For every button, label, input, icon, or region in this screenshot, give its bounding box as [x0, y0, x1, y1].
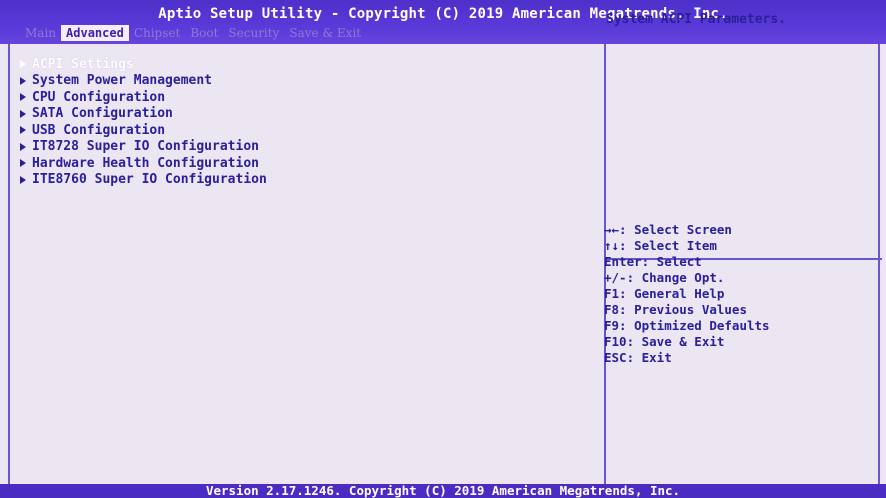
- key-previous-values: F8: Previous Values: [604, 302, 747, 317]
- tab-security[interactable]: Security: [223, 25, 284, 41]
- tab-boot[interactable]: Boot: [185, 25, 223, 41]
- menu-item-label: SATA Configuration: [32, 106, 173, 122]
- tab-save-exit[interactable]: Save & Exit: [284, 25, 366, 41]
- menu-item-it8728-super-io[interactable]: IT8728 Super IO Configuration: [20, 139, 267, 156]
- menu-item-usb-configuration[interactable]: USB Configuration: [20, 122, 267, 139]
- menu-item-cpu-configuration[interactable]: CPU Configuration: [20, 89, 267, 106]
- menu-item-label: USB Configuration: [32, 122, 166, 138]
- submenu-arrow-icon: [20, 142, 26, 151]
- tab-bar: Main Advanced Chipset Boot Security Save…: [20, 25, 366, 41]
- menu-item-hardware-health[interactable]: Hardware Health Configuration: [20, 155, 267, 172]
- menu-item-label: ITE8760 Super IO Configuration: [32, 172, 267, 188]
- key-general-help: F1: General Help: [604, 286, 725, 301]
- menu-item-acpi-settings[interactable]: ACPI Settings: [20, 56, 267, 73]
- submenu-arrow-icon: [20, 93, 26, 102]
- submenu-arrow-icon: [20, 175, 26, 184]
- tab-advanced[interactable]: Advanced: [61, 25, 129, 41]
- key-legend: →←: Select Screen ↑↓: Select Item Enter:…: [604, 222, 770, 366]
- key-enter-select: Enter: Select: [604, 254, 702, 269]
- key-optimized-defaults: F9: Optimized Defaults: [604, 318, 770, 333]
- footer-version: Version 2.17.1246. Copyright (C) 2019 Am…: [0, 484, 886, 498]
- menu-item-label: System Power Management: [32, 73, 213, 89]
- help-description: System ACPI Parameters.: [606, 12, 787, 27]
- submenu-arrow-icon: [20, 126, 26, 135]
- tab-chipset[interactable]: Chipset: [129, 25, 186, 41]
- key-select-item: ↑↓: Select Item: [604, 238, 717, 253]
- menu-item-system-power-management[interactable]: System Power Management: [20, 73, 267, 90]
- bios-screen: Aptio Setup Utility - Copyright (C) 2019…: [0, 0, 886, 498]
- submenu-arrow-icon: [20, 109, 26, 118]
- menu-item-ite8760-super-io[interactable]: ITE8760 Super IO Configuration: [20, 172, 267, 189]
- tab-main[interactable]: Main: [20, 25, 61, 41]
- menu-item-label: ACPI Settings: [32, 56, 134, 72]
- key-esc-exit: ESC: Exit: [604, 350, 672, 365]
- submenu-arrow-icon: [20, 159, 26, 168]
- key-save-exit: F10: Save & Exit: [604, 334, 725, 349]
- submenu-arrow-icon: [20, 76, 26, 85]
- menu-item-label: CPU Configuration: [32, 89, 166, 105]
- settings-menu: ACPI Settings System Power Management CP…: [20, 56, 267, 188]
- menu-item-sata-configuration[interactable]: SATA Configuration: [20, 106, 267, 123]
- key-change-opt: +/-: Change Opt.: [604, 270, 725, 285]
- menu-item-label: Hardware Health Configuration: [32, 155, 259, 171]
- menu-item-label: IT8728 Super IO Configuration: [32, 139, 259, 155]
- key-select-screen: →←: Select Screen: [604, 222, 732, 237]
- submenu-arrow-icon: [20, 60, 26, 69]
